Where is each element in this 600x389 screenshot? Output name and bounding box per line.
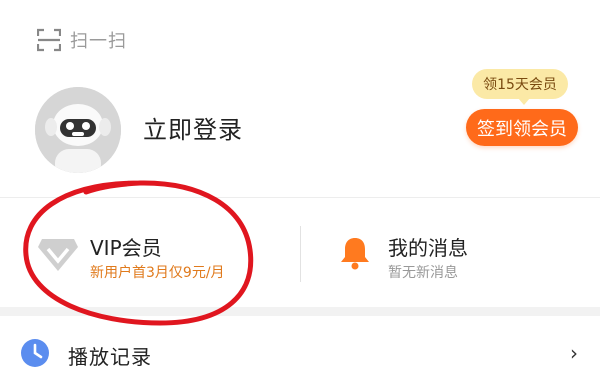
login-link[interactable]: 立即登录 [143, 110, 243, 145]
scan-frame-icon [37, 28, 61, 52]
messages-subtitle: 暂无新消息 [388, 265, 458, 281]
scan-button[interactable]: 扫一扫 [37, 26, 127, 54]
bell-icon [341, 238, 369, 270]
clock-icon [21, 339, 49, 367]
chevron-right-icon: › [570, 341, 578, 365]
section-gap [0, 307, 600, 316]
history-label: 播放记录 [68, 345, 152, 369]
vip-diamond-icon [38, 239, 78, 271]
vip-subtitle: 新用户首3月仅9元/月 [90, 265, 225, 281]
checkin-button[interactable]: 签到领会员 [466, 109, 578, 146]
messages-title: 我的消息 [388, 236, 468, 260]
reward-bubble: 领15天会员 [472, 69, 568, 105]
robot-avatar-icon [35, 87, 121, 173]
vip-title: VIP会员 [90, 236, 162, 260]
avatar[interactable] [35, 87, 121, 173]
scan-label: 扫一扫 [70, 31, 127, 52]
